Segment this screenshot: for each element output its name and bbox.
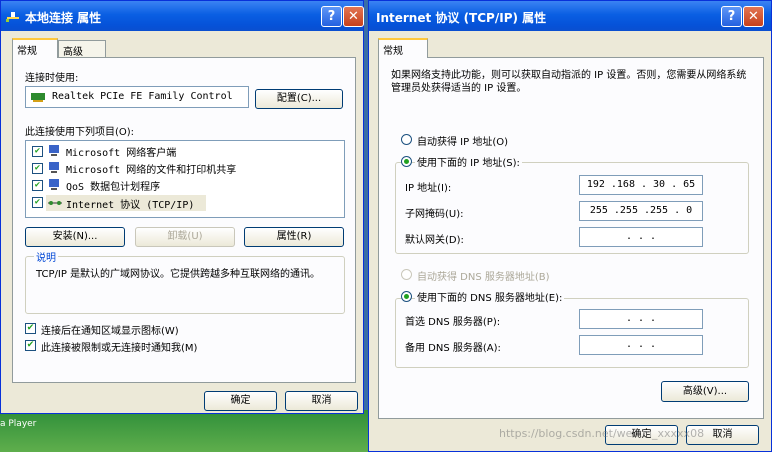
window-title: 本地连接 属性	[25, 11, 102, 25]
alternate-dns-label: 备用 DNS 服务器(A):	[405, 343, 501, 354]
item-checkbox[interactable]: ✔	[32, 163, 43, 174]
item-checkbox[interactable]: ✔	[32, 197, 43, 208]
client-icon	[49, 145, 59, 156]
subnet-mask-value: 255 .255 .255 . 0	[589, 205, 693, 216]
cancel-button[interactable]: 取消	[285, 391, 358, 411]
gateway-field[interactable]: . . .	[579, 227, 703, 247]
components-list: ✔ Microsoft 网络客户端 ✔ Microsoft 网络的文件和打印机共…	[25, 140, 345, 218]
items-label: 此连接使用下列项目(O):	[25, 127, 135, 138]
ip-address-field[interactable]: 192 .168 . 30 . 65	[579, 175, 703, 195]
ip-address-label: IP 地址(I):	[405, 183, 452, 194]
uninstall-button[interactable]: 卸载(U)	[135, 227, 235, 247]
item-checkbox[interactable]: ✔	[32, 180, 43, 191]
description-text: TCP/IP 是默认的广域网协议。它提供跨越多种互联网络的通讯。	[36, 269, 321, 280]
preferred-dns-label: 首选 DNS 服务器(P):	[405, 317, 501, 328]
service-icon	[49, 179, 59, 190]
notify-checkbox[interactable]: ✔	[25, 340, 36, 351]
item-checkbox[interactable]: ✔	[32, 146, 43, 157]
manual-dns-label: 使用下面的 DNS 服务器地址(E):	[415, 289, 565, 304]
ip-address-value: 192 .168 . 30 . 65	[586, 179, 696, 190]
auto-dns-radio[interactable]	[401, 269, 412, 280]
desktop-label: a Player	[0, 419, 37, 429]
general-panel: 连接时使用: Realtek PCIe FE Family Control 配置…	[12, 57, 356, 383]
preferred-dns-field[interactable]: . . .	[579, 309, 703, 329]
alternate-dns-field[interactable]: . . .	[579, 335, 703, 355]
auto-dns-label: 自动获得 DNS 服务器地址(B)	[417, 272, 550, 283]
install-button[interactable]: 安装(N)...	[25, 227, 125, 247]
network-adapter-icon	[31, 93, 45, 102]
title-bar[interactable]: Internet 协议 (TCP/IP) 属性 ? ✕	[369, 1, 771, 31]
close-button[interactable]: ✕	[743, 6, 764, 27]
advanced-button[interactable]: 高级(V)...	[661, 381, 749, 402]
protocol-icon	[48, 201, 62, 205]
gateway-label: 默认网关(D):	[405, 235, 464, 246]
description-title: 说明	[34, 249, 58, 264]
manual-ip-radio[interactable]	[401, 156, 412, 167]
preferred-dns-value: . . .	[625, 313, 657, 324]
list-item[interactable]: Internet 协议 (TCP/IP)	[66, 196, 194, 211]
list-item[interactable]: Microsoft 网络的文件和打印机共享	[66, 161, 236, 176]
subnet-mask-field[interactable]: 255 .255 .255 . 0	[579, 201, 703, 221]
manual-dns-radio[interactable]	[401, 291, 412, 302]
intro-text: 如果网络支持此功能，则可以获取自动指派的 IP 设置。否则，您需要从网络系统管理…	[391, 70, 747, 94]
window-title: Internet 协议 (TCP/IP) 属性	[376, 11, 547, 25]
adapter-field: Realtek PCIe FE Family Control	[25, 86, 249, 108]
manual-ip-label: 使用下面的 IP 地址(S):	[415, 154, 522, 169]
auto-ip-radio[interactable]	[401, 134, 412, 145]
show-icon-label: 连接后在通知区域显示图标(W)	[41, 326, 179, 337]
tab-general[interactable]: 常规	[12, 38, 58, 58]
help-button[interactable]: ?	[721, 6, 742, 27]
title-bar[interactable]: 本地连接 属性 ? ✕	[1, 1, 364, 31]
network-connection-icon	[6, 12, 19, 22]
close-button[interactable]: ✕	[343, 6, 364, 27]
description-group: 说明 TCP/IP 是默认的广域网协议。它提供跨越多种互联网络的通讯。	[25, 249, 345, 314]
properties-button[interactable]: 属性(R)	[244, 227, 344, 247]
tab-general[interactable]: 常规	[378, 38, 428, 58]
subnet-mask-label: 子网掩码(U):	[405, 209, 464, 220]
adapter-name: Realtek PCIe FE Family Control	[52, 91, 233, 102]
configure-button[interactable]: 配置(C)...	[255, 89, 343, 109]
connect-using-label: 连接时使用:	[25, 73, 79, 84]
help-button[interactable]: ?	[321, 6, 342, 27]
auto-ip-label: 自动获得 IP 地址(O)	[417, 137, 509, 148]
list-item[interactable]: Microsoft 网络客户端	[66, 144, 176, 159]
tcpip-properties-window: Internet 协议 (TCP/IP) 属性 ? ✕ 常规 如果网络支持此功能…	[368, 0, 772, 452]
gateway-value: . . .	[625, 231, 657, 242]
desktop-background	[0, 410, 370, 452]
list-item[interactable]: QoS 数据包计划程序	[66, 178, 160, 193]
alternate-dns-value: . . .	[625, 339, 657, 350]
show-icon-checkbox[interactable]: ✔	[25, 323, 36, 334]
ok-button[interactable]: 确定	[204, 391, 277, 411]
tab-advanced[interactable]: 高级	[58, 40, 106, 58]
local-connection-properties-window: 本地连接 属性 ? ✕ 常规 高级 连接时使用: Realtek PCIe FE…	[0, 0, 364, 414]
general-panel: 如果网络支持此功能，则可以获取自动指派的 IP 设置。否则，您需要从网络系统管理…	[378, 57, 764, 419]
client-icon	[49, 162, 59, 173]
watermark: https://blog.csdn.net/weixin_xxxxx08	[499, 427, 705, 440]
notify-label: 此连接被限制或无连接时通知我(M)	[41, 343, 198, 354]
